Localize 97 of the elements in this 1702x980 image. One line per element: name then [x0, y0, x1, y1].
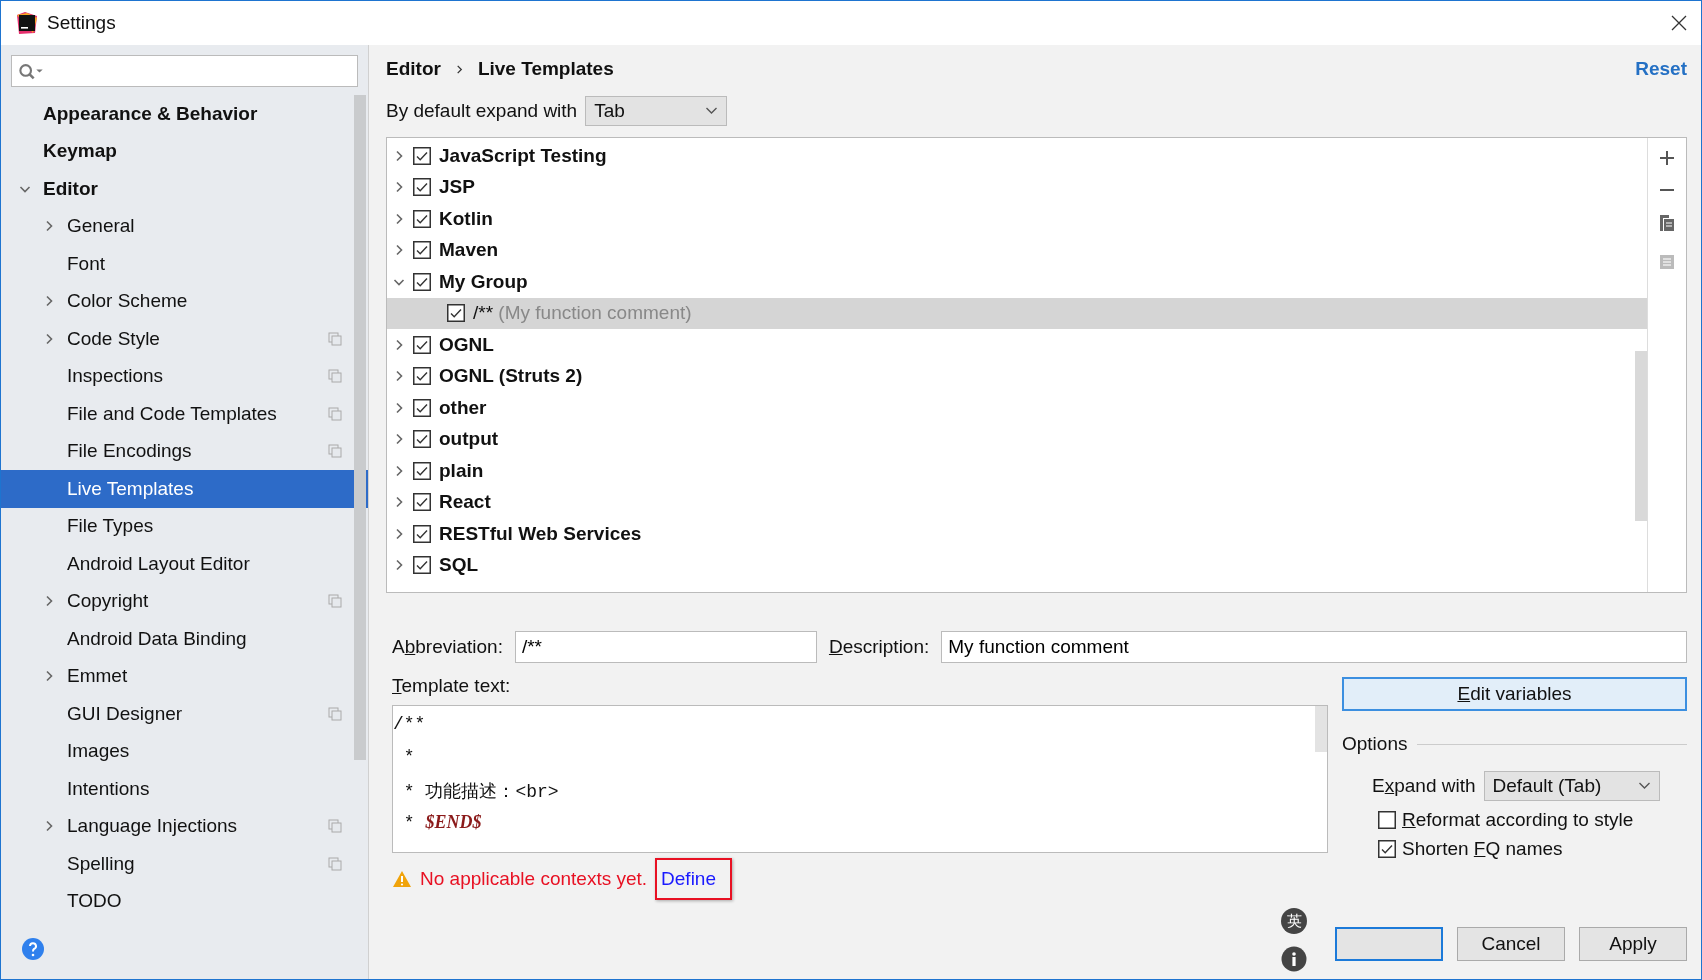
sidebar-item[interactable]: Live Templates — [1, 470, 368, 508]
checkbox[interactable] — [413, 272, 431, 291]
expand-dropdown[interactable]: Tab — [585, 96, 728, 126]
checkbox[interactable] — [413, 556, 431, 575]
add-icon[interactable] — [1659, 150, 1675, 166]
template-group-name: plain — [439, 459, 484, 482]
sidebar-item[interactable]: Font — [1, 245, 350, 283]
warning-message: No applicable contexts yet. — [420, 868, 648, 890]
checkbox[interactable] — [413, 367, 431, 386]
checkbox[interactable] — [413, 430, 431, 449]
scrollbar[interactable] — [1315, 706, 1327, 752]
template-text-editor[interactable]: /** * * 功能描述：<br> * $END$ — [392, 705, 1328, 853]
template-group-name: JSP — [439, 176, 475, 199]
expand-with-dropdown[interactable]: Default (Tab) — [1483, 771, 1660, 801]
sidebar-item[interactable]: Emmet — [1, 657, 350, 695]
sidebar-item[interactable]: File Types — [1, 507, 350, 545]
sidebar-item[interactable]: General — [1, 207, 350, 245]
app-logo-icon — [15, 11, 39, 35]
abbreviation-field[interactable]: /** — [514, 631, 817, 663]
checkbox[interactable] — [413, 524, 431, 543]
description-field[interactable]: My function comment — [941, 631, 1687, 663]
checkbox[interactable] — [413, 461, 431, 480]
sidebar-item[interactable]: Language Injections — [1, 807, 350, 845]
template-group-name: Maven — [439, 239, 499, 262]
default-button[interactable] — [1335, 927, 1443, 961]
dialog-button[interactable]: Cancel — [1457, 927, 1565, 961]
checkbox[interactable] — [413, 178, 431, 197]
define-link[interactable]: Define — [661, 867, 716, 891]
template-group-name: other — [439, 396, 487, 419]
code-line: * 功能描述：<br> — [402, 781, 560, 804]
close-icon[interactable] — [1671, 15, 1687, 31]
warning-icon — [392, 870, 412, 888]
sidebar-item[interactable]: File Encodings — [1, 432, 350, 470]
checkbox-label[interactable]: Reformat according to style — [1402, 808, 1634, 831]
checkbox[interactable] — [413, 398, 431, 417]
search-icon — [18, 62, 44, 80]
remove-icon[interactable] — [1659, 188, 1675, 192]
sidebar-item[interactable]: Images — [1, 732, 350, 770]
checkbox[interactable] — [413, 146, 431, 165]
sidebar-item[interactable]: GUI Designer — [1, 695, 350, 733]
sidebar-item[interactable]: Inspections — [1, 357, 350, 395]
checkbox[interactable] — [447, 304, 465, 323]
sidebar-item[interactable]: TODO — [1, 882, 350, 920]
breadcrumb-item: Live Templates — [477, 58, 614, 80]
template-group-name: My Group — [439, 270, 528, 293]
sidebar-item[interactable]: Editor — [1, 170, 350, 208]
checkbox[interactable] — [413, 335, 431, 354]
checkbox-label[interactable]: Shorten FQ names — [1402, 837, 1563, 860]
copy-icon[interactable] — [1659, 214, 1675, 232]
scrollbar[interactable] — [354, 95, 366, 760]
code-line: /** — [393, 714, 427, 736]
sidebar-item[interactable]: Code Style — [1, 320, 350, 358]
code-line: * — [402, 746, 416, 769]
reset-link[interactable]: Reset — [1635, 58, 1687, 80]
sidebar-item[interactable]: Android Data Binding — [1, 620, 350, 658]
checkbox[interactable] — [1378, 810, 1396, 829]
abbreviation-label: Abbreviation: — [392, 636, 503, 658]
chevron-down-icon — [705, 107, 719, 115]
template-group-name: React — [439, 491, 491, 514]
options-title: Options — [1342, 733, 1408, 755]
template-group-name: Kotlin — [439, 207, 493, 230]
sidebar-item[interactable]: File and Code Templates — [1, 395, 350, 433]
template-group-name: output — [439, 428, 499, 451]
sidebar-item[interactable]: Android Layout Editor — [1, 545, 350, 583]
checkbox[interactable] — [413, 241, 431, 260]
scrollbar[interactable] — [1635, 351, 1647, 521]
ime-mode-indicator[interactable]: 英 — [1281, 908, 1307, 934]
checkbox[interactable] — [1378, 839, 1396, 858]
template-text-label: Template text: — [392, 675, 512, 698]
edit-variables-button[interactable]: Edit variables — [1342, 677, 1687, 711]
checkbox[interactable] — [413, 209, 431, 228]
chevron-down-icon — [1637, 782, 1651, 790]
sidebar-item[interactable]: Intentions — [1, 770, 350, 808]
template-row[interactable]: /** (My function comment) — [387, 297, 1647, 329]
sidebar-item[interactable]: Color Scheme — [1, 282, 350, 320]
sidebar-item[interactable]: Copyright — [1, 582, 350, 620]
template-group-name: OGNL (Struts 2) — [439, 365, 583, 388]
template-group-name: RESTful Web Services — [439, 522, 642, 545]
dialog-button[interactable]: Apply — [1579, 927, 1687, 961]
search-field[interactable] — [11, 55, 358, 87]
info-icon[interactable] — [1281, 946, 1307, 972]
template-group-name: SQL — [439, 554, 479, 577]
checkbox[interactable] — [413, 493, 431, 512]
window-title: Settings — [47, 12, 117, 34]
breadcrumb-item[interactable]: Editor — [386, 58, 441, 80]
description-label: Description: — [828, 636, 930, 658]
chevron-right-icon — [454, 63, 464, 75]
template-group-name: OGNL — [439, 333, 494, 356]
sidebar-item[interactable]: Appearance & Behavior — [1, 95, 350, 133]
sidebar-item[interactable]: Keymap — [1, 132, 350, 170]
sidebar-item[interactable]: Spelling — [1, 845, 350, 883]
code-line: * $END$ — [402, 811, 483, 835]
expand-with-label: Expand with — [1372, 775, 1476, 797]
template-name: /** (My function comment) — [473, 302, 692, 325]
help-icon[interactable] — [21, 937, 45, 961]
template-group-name: JavaScript Testing — [439, 144, 607, 167]
expand-label: By default expand with — [386, 100, 578, 122]
